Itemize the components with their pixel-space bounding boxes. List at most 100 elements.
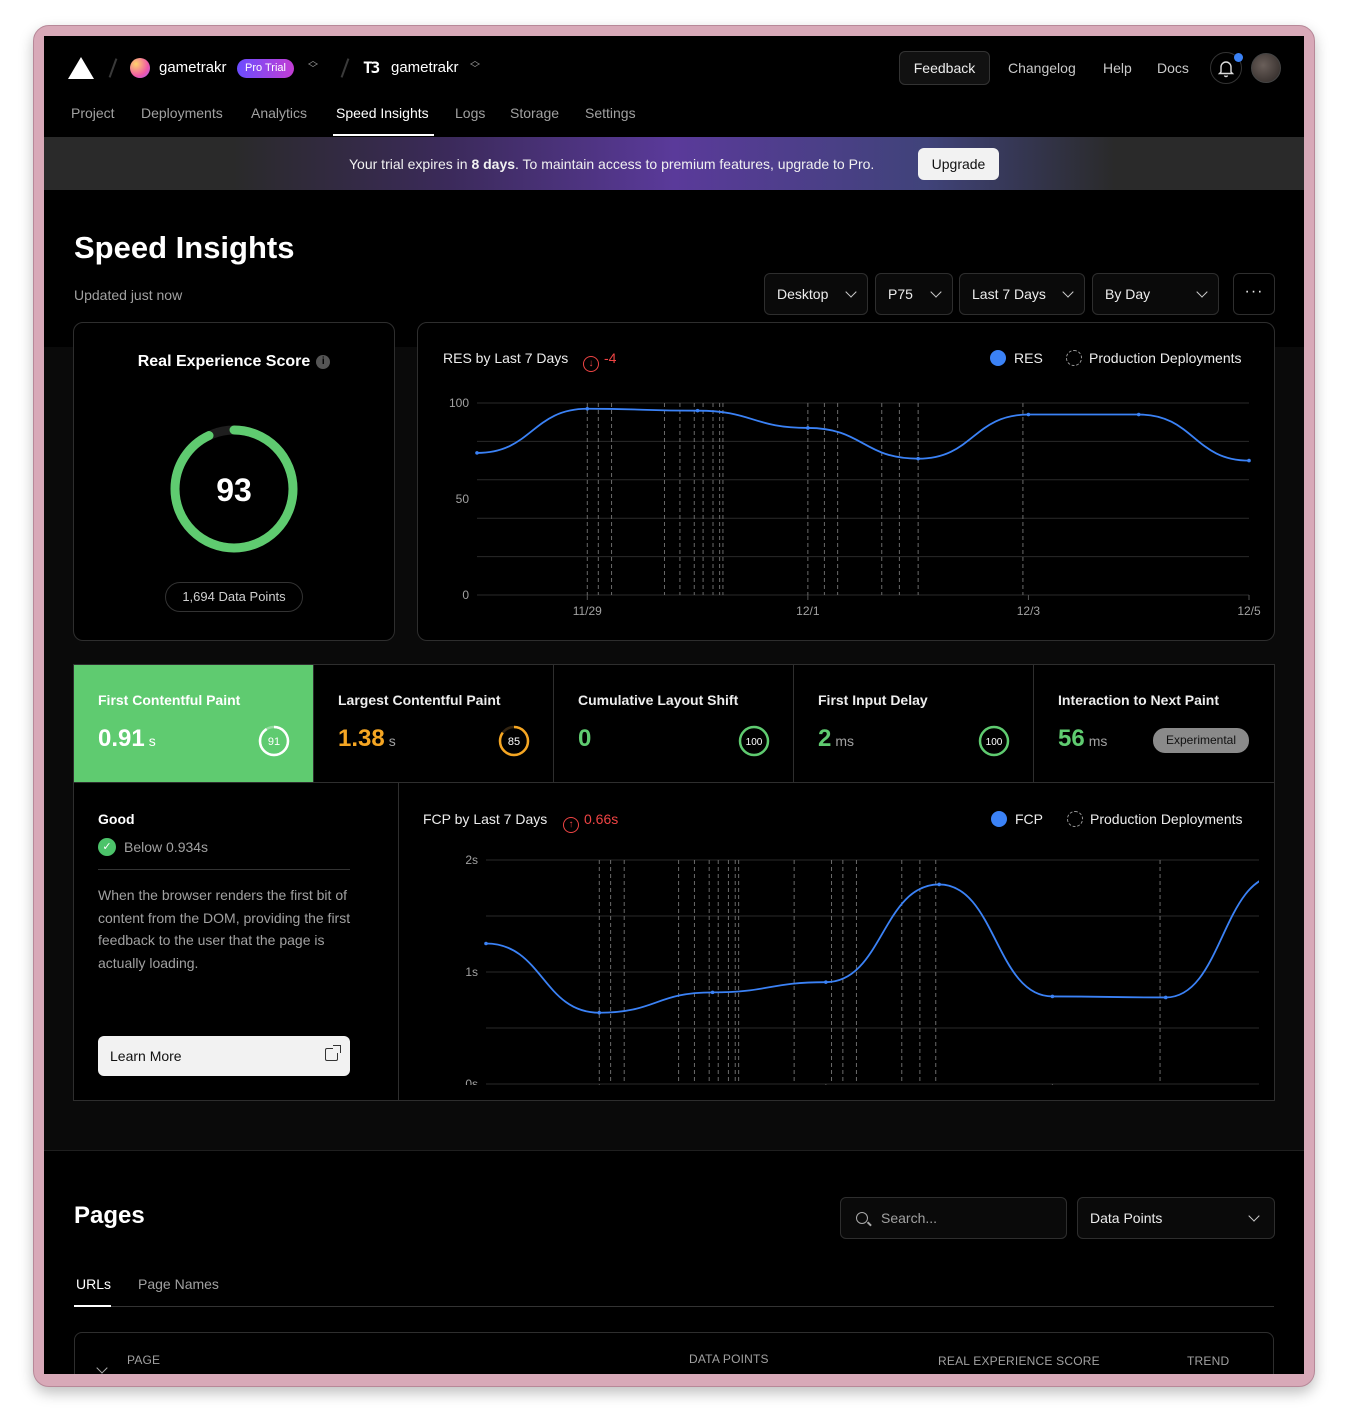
data-point[interactable] bbox=[824, 980, 828, 984]
project-name[interactable]: gametrakr bbox=[391, 59, 459, 76]
search-icon bbox=[856, 1212, 868, 1224]
tab-project[interactable]: Project bbox=[71, 105, 115, 121]
data-point[interactable] bbox=[1247, 458, 1251, 463]
data-point[interactable] bbox=[484, 941, 488, 946]
metric-cls[interactable]: Cumulative Layout Shift 0 100 bbox=[554, 665, 794, 783]
feedback-button[interactable]: Feedback bbox=[899, 51, 990, 85]
y-tick-label: 0s bbox=[465, 1077, 478, 1085]
pages-title: Pages bbox=[74, 1202, 145, 1229]
x-tick-label: 12/5 bbox=[1237, 604, 1261, 618]
chevron-down-icon bbox=[1196, 286, 1208, 298]
metric-score: 100 bbox=[746, 737, 763, 748]
y-tick-label: 1s bbox=[465, 965, 478, 979]
subtab-page-names[interactable]: Page Names bbox=[138, 1276, 219, 1292]
help-link[interactable]: Help bbox=[1103, 60, 1132, 76]
metric-inp[interactable]: Interaction to Next Paint 56 ms Experimen… bbox=[1034, 665, 1275, 783]
granularity-select[interactable]: By Day bbox=[1092, 273, 1219, 315]
metric-fid[interactable]: First Input Delay 2 ms 100 bbox=[794, 665, 1034, 783]
data-point[interactable] bbox=[1050, 994, 1055, 999]
metric-name: Largest Contentful Paint bbox=[338, 692, 501, 708]
metric-value: 56 ms bbox=[1058, 725, 1108, 752]
tab-settings[interactable]: Settings bbox=[585, 105, 636, 121]
data-point[interactable] bbox=[1163, 995, 1168, 1000]
column-header-page[interactable]: PAGE bbox=[127, 1353, 160, 1367]
tab-speed-insights[interactable]: Speed Insights bbox=[336, 105, 429, 121]
data-point[interactable] bbox=[916, 456, 920, 461]
metric-score: 91 bbox=[268, 736, 280, 748]
chevron-down-icon bbox=[845, 286, 857, 298]
metric-name: Cumulative Layout Shift bbox=[578, 692, 739, 708]
y-tick-label: 100 bbox=[449, 396, 469, 410]
series-line[interactable] bbox=[476, 407, 1250, 462]
threshold-text: Below 0.934s bbox=[124, 839, 209, 855]
deployments-legend-label[interactable]: Production Deployments bbox=[1089, 350, 1242, 366]
percentile-select[interactable]: P75 bbox=[875, 273, 953, 315]
data-point[interactable] bbox=[597, 1010, 602, 1015]
chevron-down-icon bbox=[1248, 1210, 1260, 1222]
metric-fcp[interactable]: First Contentful Paint 0.91 s 91 bbox=[74, 665, 314, 783]
metric-score-ring: 85 bbox=[498, 725, 530, 757]
data-point[interactable] bbox=[475, 451, 479, 455]
tab-logs[interactable]: Logs bbox=[455, 105, 485, 121]
arrow-up-icon: ↑ bbox=[563, 817, 579, 833]
deployments-legend-swatch bbox=[1067, 811, 1083, 827]
data-point[interactable] bbox=[1026, 412, 1031, 417]
tab-deployments[interactable]: Deployments bbox=[141, 105, 223, 121]
series-line[interactable] bbox=[485, 875, 1259, 1014]
device-select[interactable]: Desktop bbox=[764, 273, 868, 315]
info-icon[interactable]: i bbox=[316, 354, 331, 369]
y-tick-label: 50 bbox=[456, 492, 470, 506]
more-options-button[interactable]: ··· bbox=[1233, 273, 1275, 315]
data-point[interactable] bbox=[937, 882, 941, 887]
metric-value: 2 ms bbox=[818, 725, 855, 752]
metric-value: 0.91 s bbox=[98, 725, 156, 752]
column-header-data-points[interactable]: DATA POINTS bbox=[689, 1352, 769, 1366]
fcp-delta: ↑ 0.66s bbox=[563, 811, 618, 833]
metric-lcp[interactable]: Largest Contentful Paint 1.38 s 85 bbox=[314, 665, 554, 783]
changelog-link[interactable]: Changelog bbox=[1008, 60, 1076, 76]
check-icon: ✓ bbox=[98, 838, 116, 856]
team-avatar[interactable] bbox=[130, 58, 150, 78]
upgrade-button[interactable]: Upgrade bbox=[918, 148, 999, 180]
pages-search[interactable] bbox=[840, 1197, 1067, 1239]
sort-select[interactable]: Data Points bbox=[1077, 1197, 1275, 1239]
team-name[interactable]: gametrakr bbox=[159, 59, 227, 76]
res-legend-label[interactable]: RES bbox=[1014, 350, 1043, 366]
learn-more-button[interactable]: Learn More bbox=[98, 1036, 350, 1076]
trial-banner: Your trial expires in 8 days. To maintai… bbox=[44, 137, 1304, 190]
chevron-down-icon bbox=[930, 286, 942, 298]
docs-link[interactable]: Docs bbox=[1157, 60, 1189, 76]
y-tick-label: 0 bbox=[462, 588, 469, 602]
vercel-logo-icon[interactable] bbox=[68, 57, 94, 79]
plan-badge: Pro Trial bbox=[237, 59, 294, 78]
data-point[interactable] bbox=[710, 990, 715, 995]
x-tick-label: 12/3 bbox=[1017, 604, 1041, 618]
metrics-panel: First Contentful Paint 0.91 s 91 Largest … bbox=[73, 664, 1275, 1101]
team-switcher-icon[interactable]: ︿ ﹀ bbox=[307, 57, 319, 78]
notification-dot bbox=[1234, 53, 1243, 62]
tab-analytics[interactable]: Analytics bbox=[251, 105, 307, 121]
user-avatar[interactable] bbox=[1251, 53, 1281, 83]
res-line-chart: 100 50 0 11/29 12/1 12/3 12/5 bbox=[449, 396, 1261, 618]
tab-storage[interactable]: Storage bbox=[510, 105, 559, 121]
deployments-legend-swatch bbox=[1066, 350, 1082, 366]
project-switcher-icon[interactable]: ︿ ﹀ bbox=[469, 57, 481, 78]
data-point[interactable] bbox=[806, 426, 810, 430]
data-point[interactable] bbox=[585, 406, 590, 411]
metric-name: First Contentful Paint bbox=[98, 692, 241, 708]
time-range-select[interactable]: Last 7 Days bbox=[959, 273, 1085, 315]
fcp-legend-label[interactable]: FCP bbox=[1015, 811, 1043, 827]
res-card-title: Real Experience Score i bbox=[74, 353, 394, 371]
subtab-urls[interactable]: URLs bbox=[76, 1276, 111, 1292]
res-legend-swatch bbox=[990, 350, 1006, 366]
column-header-trend[interactable]: TREND bbox=[1187, 1354, 1229, 1368]
res-score-value: 93 bbox=[216, 472, 252, 508]
deployments-legend-label[interactable]: Production Deployments bbox=[1090, 811, 1243, 827]
project-t3-icon: T3 bbox=[363, 58, 380, 77]
x-tick-label: 12/1 bbox=[796, 604, 820, 618]
search-input[interactable] bbox=[881, 1198, 1061, 1238]
metric-value: 1.38 s bbox=[338, 725, 396, 752]
data-point[interactable] bbox=[695, 408, 700, 413]
column-header-res[interactable]: REAL EXPERIENCE SCORE bbox=[938, 1354, 1100, 1368]
data-point[interactable] bbox=[1136, 412, 1141, 417]
